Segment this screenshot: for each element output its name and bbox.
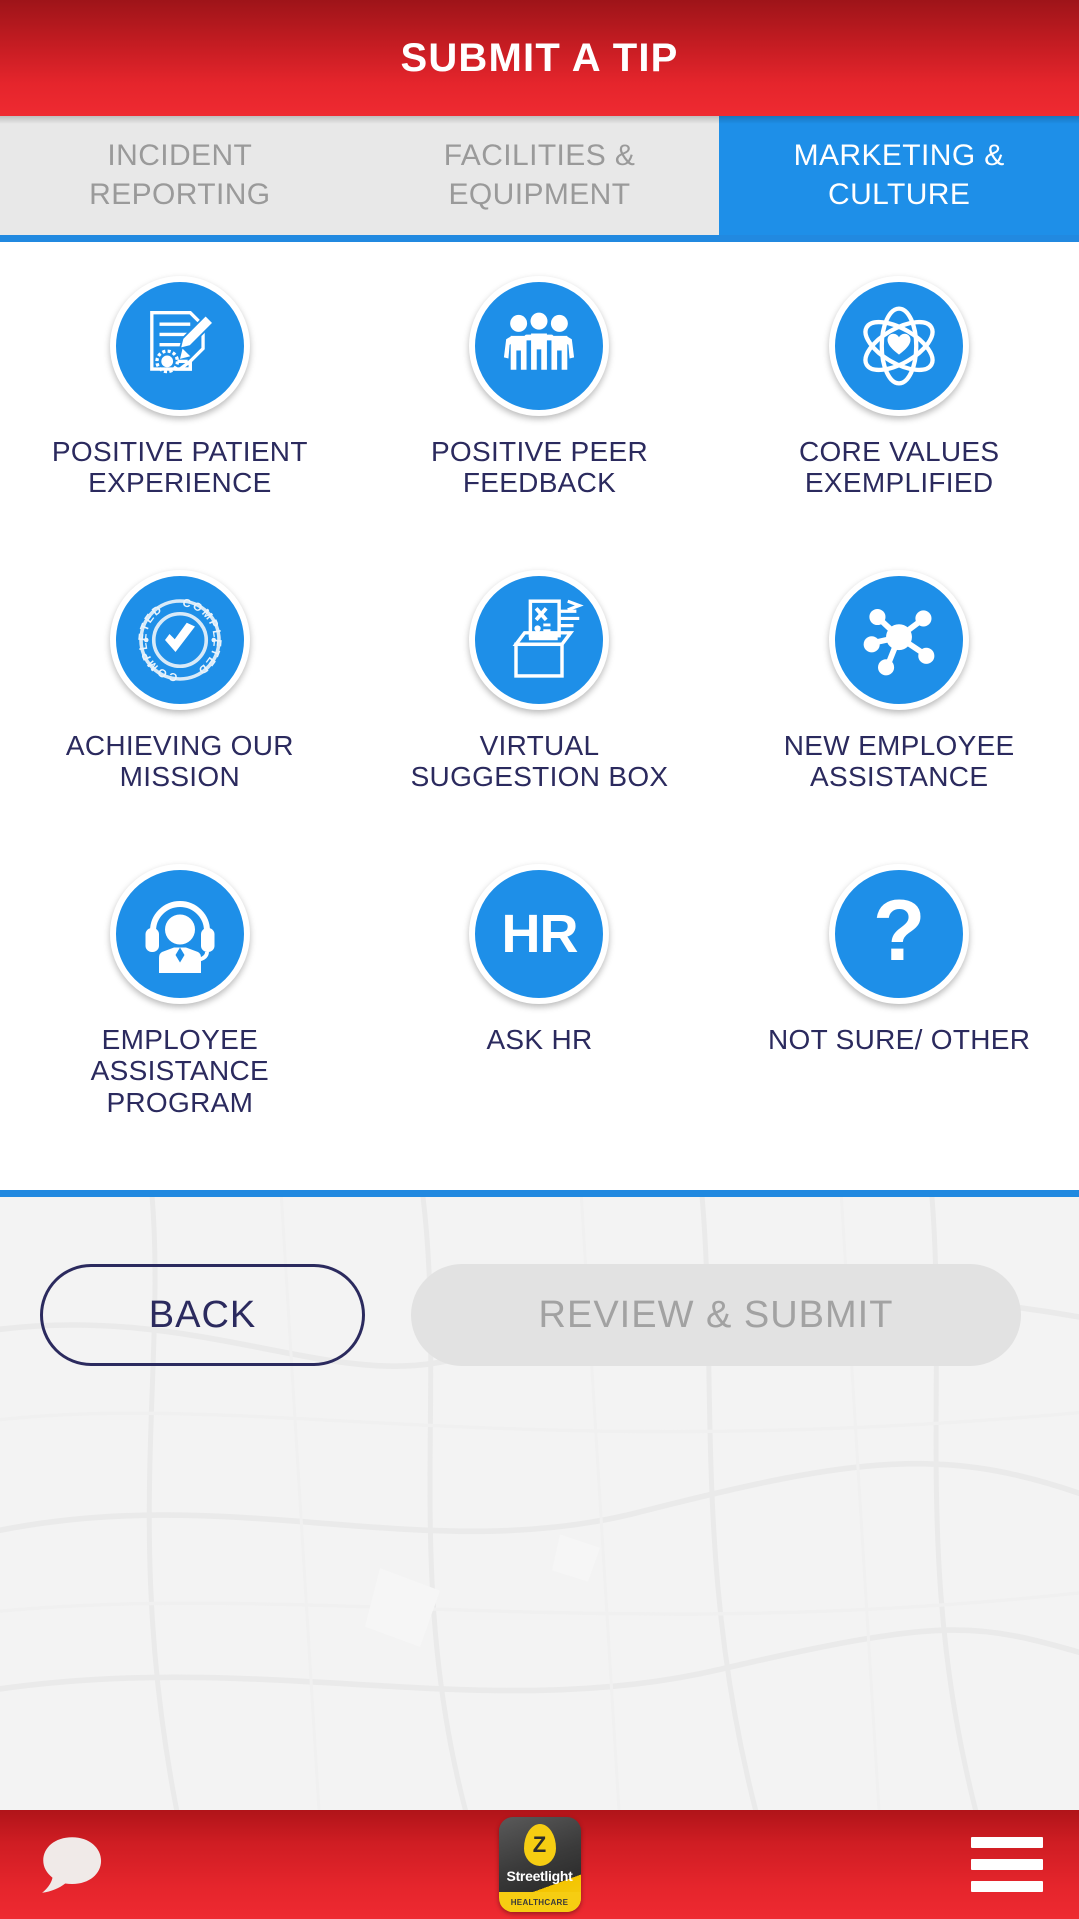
- completed-stamp-icon: COMPLETED COMPLETED: [109, 570, 250, 710]
- category-item-new-employee-assistance[interactable]: NEW EMPLOYEE ASSISTANCE: [719, 570, 1079, 864]
- tab-incident-reporting[interactable]: INCIDENT REPORTING: [0, 116, 360, 235]
- category-label: NOT SURE/ OTHER: [768, 1024, 1031, 1055]
- tab-incident-reporting-line2: REPORTING: [89, 177, 271, 211]
- tab-facilities-equipment-line2: EQUIPMENT: [448, 177, 631, 211]
- action-area: BACK REVIEW & SUBMIT: [0, 1197, 1079, 1810]
- category-item-not-sure-other[interactable]: ? NOT SURE/ OTHER: [719, 864, 1079, 1158]
- tab-marketing-culture[interactable]: MARKETING & CULTURE: [719, 116, 1079, 235]
- category-label: VIRTUAL SUGGESTION BOX: [410, 730, 669, 793]
- hr-label: HR: [501, 904, 578, 964]
- tab-incident-reporting-line1: INCIDENT: [107, 139, 253, 173]
- logo-subtitle: HEALTHCARE: [498, 1892, 581, 1912]
- tab-facilities-equipment-line1: FACILITIES &: [443, 139, 636, 173]
- category-label: CORE VALUES EXEMPLIFIED: [798, 436, 1000, 499]
- back-button[interactable]: BACK: [40, 1264, 365, 1366]
- category-item-ask-hr[interactable]: HR ASK HR: [360, 864, 720, 1158]
- three-people-icon: [469, 276, 610, 416]
- category-label: EMPLOYEE ASSISTANCE PROGRAM: [90, 1024, 269, 1118]
- question-mark-icon: ?: [829, 864, 970, 1004]
- tab-marketing-culture-line2: CULTURE: [828, 177, 971, 211]
- page-title: SUBMIT A TIP: [400, 35, 679, 80]
- action-buttons-row: BACK REVIEW & SUBMIT: [0, 1197, 1079, 1366]
- logo-z-mark: Z: [523, 1824, 556, 1866]
- question-mark-label: ?: [872, 883, 926, 979]
- category-item-positive-peer-feedback[interactable]: POSITIVE PEER FEEDBACK: [360, 276, 720, 570]
- headset-agent-icon: [109, 864, 250, 1004]
- document-pen-icon: [109, 276, 250, 416]
- hr-text-icon: HR: [469, 864, 610, 1004]
- review-and-submit-button[interactable]: REVIEW & SUBMIT: [411, 1264, 1021, 1366]
- atom-heart-icon: [829, 276, 970, 416]
- category-label: POSITIVE PATIENT EXPERIENCE: [51, 436, 308, 499]
- tab-marketing-culture-line1: MARKETING &: [793, 139, 1005, 173]
- app-header: SUBMIT A TIP: [0, 0, 1079, 116]
- category-label: NEW EMPLOYEE ASSISTANCE: [783, 730, 1015, 793]
- category-item-virtual-suggestion-box[interactable]: VIRTUAL SUGGESTION BOX: [360, 570, 720, 864]
- category-grid-panel: POSITIVE PATIENT EXPERIENCE POSITIVE PEE…: [0, 242, 1079, 1197]
- submit-a-tip-screen: SUBMIT A TIP INCIDENT REPORTING FACILITI…: [0, 0, 1079, 1919]
- bottom-navigation-bar: Z Streetlight HEALTHCARE: [0, 1810, 1079, 1919]
- hamburger-line-3: [971, 1881, 1043, 1892]
- tab-facilities-equipment[interactable]: FACILITIES & EQUIPMENT: [359, 116, 720, 235]
- category-label: POSITIVE PEER FEEDBACK: [430, 436, 649, 499]
- category-label: ACHIEVING OUR MISSION: [65, 730, 294, 793]
- hamburger-line-1: [971, 1837, 1043, 1848]
- hamburger-menu-icon[interactable]: [971, 1835, 1045, 1895]
- category-grid: POSITIVE PATIENT EXPERIENCE POSITIVE PEE…: [0, 276, 1079, 1158]
- network-hub-icon: [829, 570, 970, 710]
- suggestion-box-icon: [469, 570, 610, 710]
- category-label: ASK HR: [486, 1024, 593, 1055]
- category-item-positive-patient-experience[interactable]: POSITIVE PATIENT EXPERIENCE: [0, 276, 360, 570]
- category-item-employee-assistance-program[interactable]: EMPLOYEE ASSISTANCE PROGRAM: [0, 864, 360, 1158]
- category-item-core-values-exemplified[interactable]: CORE VALUES EXEMPLIFIED: [719, 276, 1079, 570]
- hamburger-line-2: [971, 1859, 1043, 1870]
- streetlight-healthcare-logo[interactable]: Z Streetlight HEALTHCARE: [498, 1817, 581, 1912]
- category-tab-bar: INCIDENT REPORTING FACILITIES & EQUIPMEN…: [0, 116, 1079, 242]
- category-item-achieving-our-mission[interactable]: COMPLETED COMPLETED ACHIEVING OUR MISSIO…: [0, 570, 360, 864]
- chat-bubble-icon[interactable]: [34, 1828, 108, 1902]
- logo-name: Streetlight: [506, 1868, 573, 1884]
